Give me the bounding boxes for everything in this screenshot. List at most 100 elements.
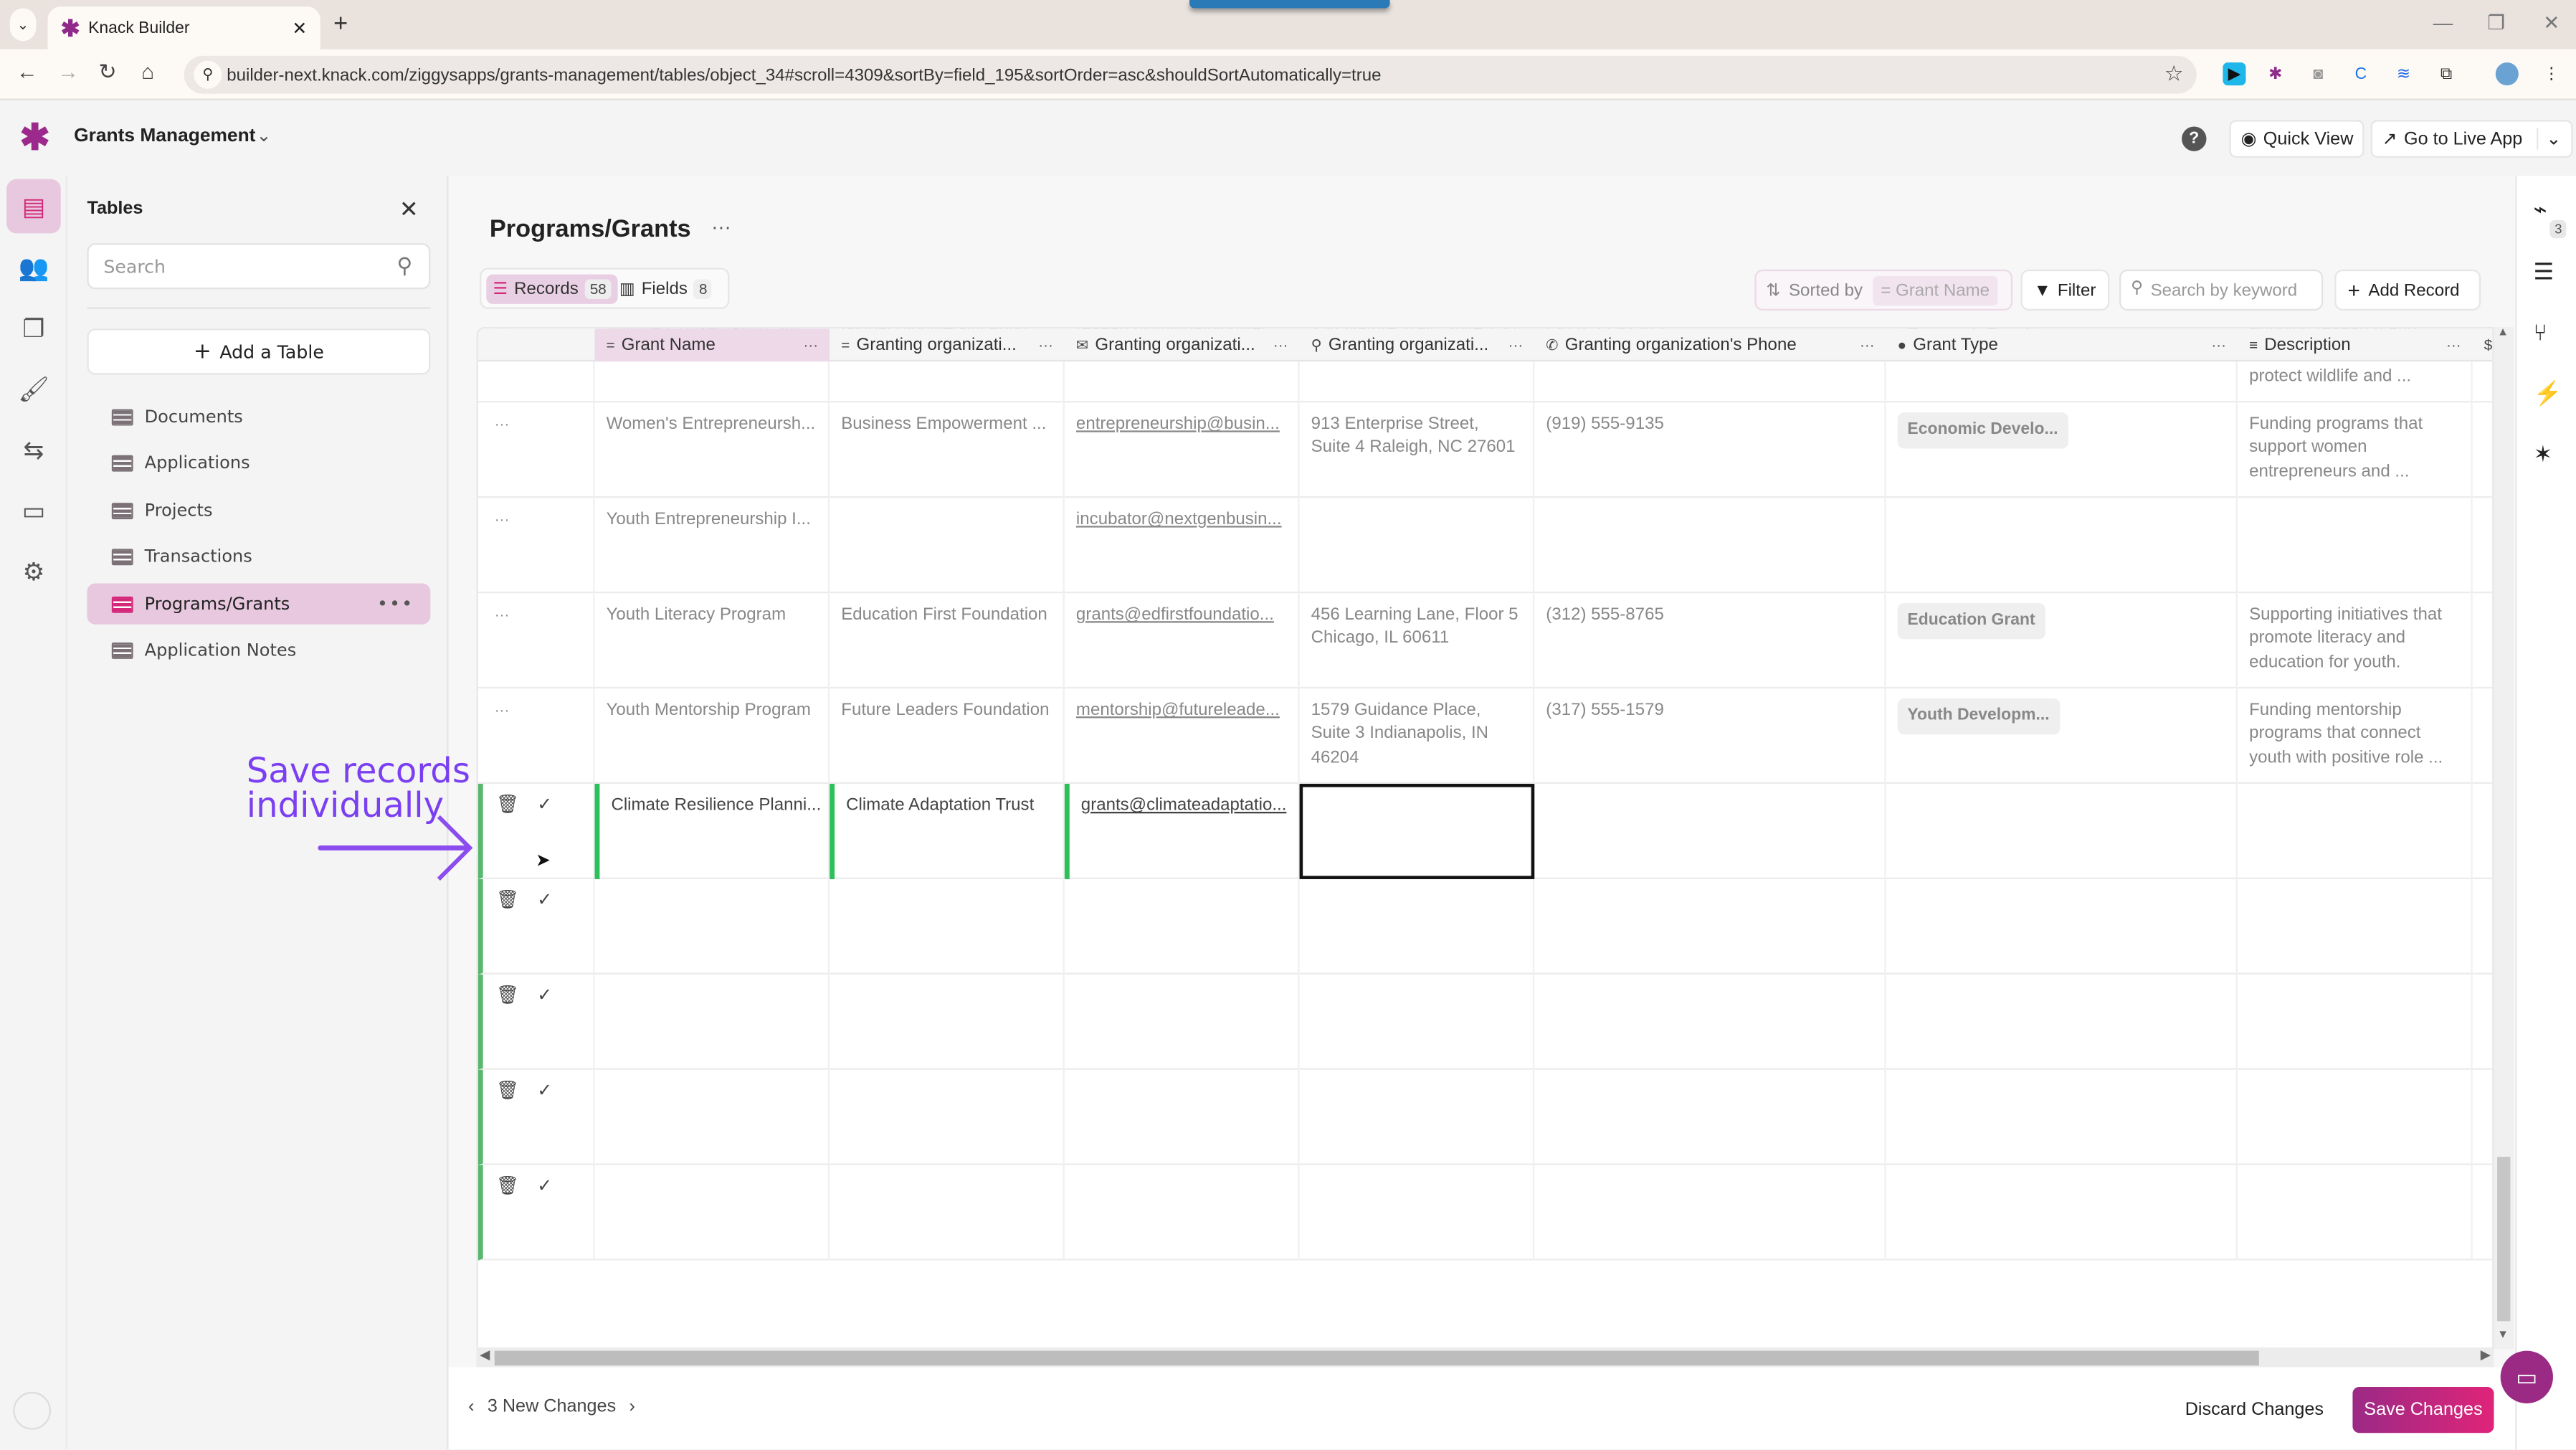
chevron-down-icon[interactable]: ⌄ [256,125,271,146]
cell-org[interactable]: Business Empowerment ... [830,402,1065,498]
cell-type[interactable] [1886,878,2238,975]
delete-row-icon[interactable]: 🗑 [496,1080,519,1104]
site-info-icon[interactable]: ⚲ [194,60,222,89]
cell-description[interactable] [2238,1165,2473,1261]
cell-address[interactable]: 456 Learning Lane, Floor 5 Chicago, IL 6… [1300,593,1535,689]
column-header[interactable]: ≡ Description ··· [2238,328,2473,361]
cell-description[interactable] [2238,974,2473,1070]
delete-row-icon[interactable]: 🗑 [496,794,519,818]
cell-type[interactable]: Economic Develo... [1886,402,2238,498]
table-item-applications[interactable]: Applications [87,442,430,483]
tab-search-button[interactable]: ⌄ [9,8,37,42]
column-header[interactable]: = Granting organizati... ··· [830,328,1065,361]
table-item-projects[interactable]: Projects [87,490,430,531]
cell-address[interactable]: 1579 Guidance Place, Suite 3 Indianapoli… [1300,688,1535,785]
row-menu-icon[interactable]: ··· [495,698,510,722]
cell-email[interactable] [1065,878,1300,975]
column-header[interactable]: ⚲ Granting organizati... ··· [1300,328,1535,361]
new-tab-button[interactable]: + [333,10,348,38]
rail-settings[interactable]: ⚙ [6,544,61,598]
cell-phone[interactable]: (317) 555-1579 [1534,688,1886,785]
new-record-row[interactable]: 🗑 ✓ [477,1069,2493,1165]
cell-phone[interactable]: (312) 555-8765 [1534,593,1886,689]
close-tab-icon[interactable]: ✕ [292,17,307,38]
new-record-row[interactable]: 🗑 ✓ Climate Resilience Planni... Climate Ad… [477,784,2493,879]
cell-name[interactable]: Youth Entrepreneurship I... [595,498,830,594]
new-record-row[interactable]: 🗑 ✓ [477,878,2493,975]
cell-type[interactable] [1886,974,2238,1070]
cell-type[interactable] [1886,784,2238,879]
save-row-checkmark-icon[interactable]: ✓ [537,1080,552,1104]
scroll-left-icon[interactable]: ◀ [480,1347,490,1363]
column-header[interactable]: ● Grant Type ··· [1886,328,2238,361]
extensions-puzzle-icon[interactable]: ⧉ [2435,62,2458,85]
cell-org[interactable] [830,878,1065,975]
add-record-button[interactable]: + Add Record [2334,269,2481,311]
list-check-icon[interactable]: ☰ [2533,258,2554,286]
save-row-checkmark-icon[interactable]: ✓ [537,794,552,818]
rail-user-roles[interactable]: 👥 [6,240,61,295]
fork-icon[interactable]: ⑂ [2533,319,2547,346]
column-menu-icon[interactable]: ··· [1508,337,1524,354]
column-menu-icon[interactable]: ··· [1860,337,1875,354]
cell-type[interactable] [1886,1165,2238,1261]
table-row[interactable]: ··· Youth Mentorship Program Future Leader… [477,688,2493,785]
rail-payments[interactable]: ▭ [6,483,61,538]
cell-name[interactable]: Youth Mentorship Program [595,688,830,785]
chevron-down-icon[interactable]: ⌄ [2536,128,2561,150]
cell-phone[interactable] [1534,974,1886,1070]
cell-phone[interactable] [1534,1165,1886,1261]
delete-row-icon[interactable]: 🗑 [496,1175,519,1198]
app-name[interactable]: Grants Management [74,126,255,146]
cell-email[interactable]: entrepreneurship@busin... [1065,402,1300,498]
cell-email[interactable]: grants@edfirstfoundatio... [1065,593,1300,689]
window-close-icon[interactable]: ✕ [2543,11,2560,34]
cell-phone[interactable] [1534,878,1886,975]
plug-icon[interactable]: ⌁ [2533,196,2547,224]
cell-name[interactable] [595,974,830,1070]
cell-address[interactable] [1300,878,1535,975]
cell-email[interactable] [1065,1165,1300,1261]
fields-tab[interactable]: ▥ Fields 8 [613,275,719,304]
more-options-icon[interactable]: ··· [711,215,731,238]
table-item-transactions[interactable]: Transactions [87,536,430,577]
scrollbar-thumb[interactable] [2497,1157,2511,1322]
cell-phone[interactable] [1534,1069,1886,1165]
browser-tab[interactable]: ✱ Knack Builder ✕ [47,6,320,49]
horizontal-scrollbar[interactable]: ◀ ▶ [476,1347,2494,1368]
scroll-up-icon[interactable]: ▲ [2497,327,2509,338]
table-item-application-notes[interactable]: Application Notes [87,630,430,670]
cell-phone[interactable]: (919) 555-9135 [1534,402,1886,498]
scroll-down-icon[interactable]: ▼ [2497,1330,2509,1341]
browser-menu-icon[interactable]: ⋮ [2540,62,2563,85]
save-row-checkmark-icon[interactable]: ✓ [537,889,552,913]
delete-row-icon[interactable]: 🗑 [496,889,519,913]
forward-icon[interactable]: → [57,59,79,83]
cell-partial[interactable] [2473,593,2492,688]
cell-name[interactable]: Climate Resilience Planni... [594,784,830,879]
cell-type[interactable] [1886,1069,2238,1165]
cell-name[interactable]: Youth Literacy Program [595,593,830,689]
cell-name[interactable]: Women's Entrepreneursh... [595,402,830,498]
save-row-checkmark-icon[interactable]: ✓ [537,985,552,1008]
cell-email[interactable]: incubator@nextgenbusin... [1065,498,1300,594]
column-header[interactable]: ✆ Granting organization's Phone ··· [1534,328,1886,361]
cell-phone[interactable] [1534,784,1886,879]
rail-tables[interactable]: ▤ [6,179,61,234]
cell-address[interactable] [1300,1165,1535,1261]
keyword-search-input[interactable] [2150,271,2324,309]
cell-org[interactable]: Future Leaders Foundation [830,688,1065,785]
row-menu-icon[interactable]: ··· [495,508,510,531]
new-record-row[interactable]: 🗑 ✓ [477,1165,2493,1261]
reload-icon[interactable]: ↻ [98,59,116,85]
cell-email[interactable]: grants@climateadaptatio... [1064,784,1300,879]
table-item-documents[interactable]: Documents [87,396,430,437]
cell-org[interactable] [830,498,1065,594]
table-item-programs-grants[interactable]: Programs/Grants ••• [87,583,431,625]
cell-description[interactable] [2238,784,2473,879]
cell-address[interactable]: 913 Enterprise Street, Suite 4 Raleigh, … [1300,402,1535,498]
scrollbar-thumb[interactable] [494,1350,2259,1366]
close-icon[interactable]: ✕ [399,196,419,224]
cell-org[interactable] [830,1165,1065,1261]
back-icon[interactable]: ← [16,59,38,83]
